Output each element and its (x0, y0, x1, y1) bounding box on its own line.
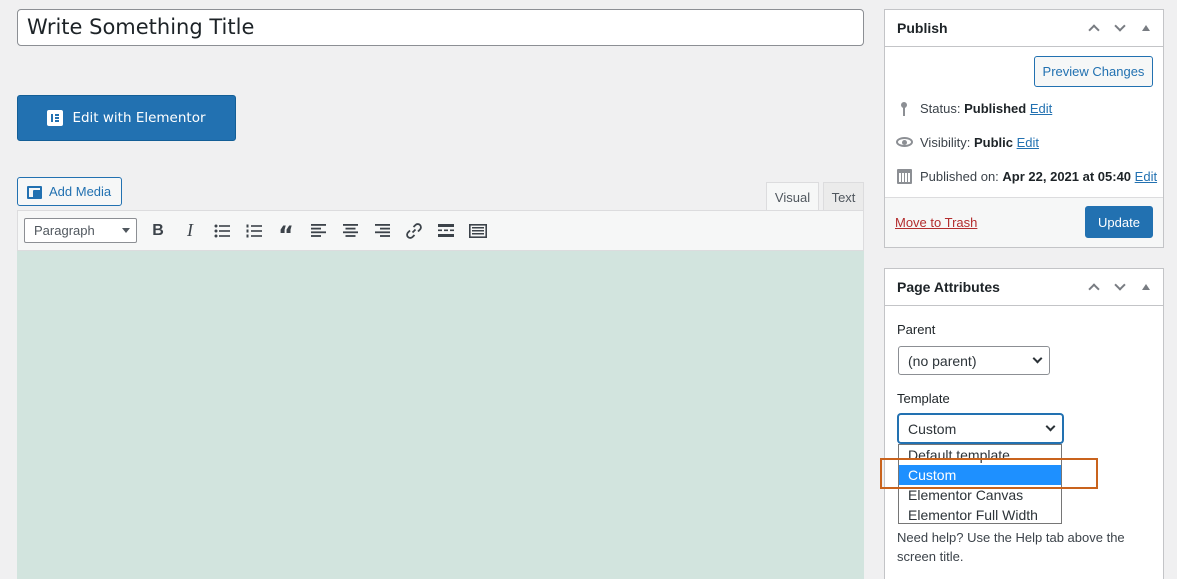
page-attributes-handles (1081, 274, 1163, 300)
option-default-template[interactable]: Default template (899, 445, 1061, 465)
published-on-row: Published on: Apr 22, 2021 at 05:40 Edit (895, 167, 1157, 185)
template-select-value: Custom (908, 420, 957, 437)
calendar-icon (895, 167, 913, 185)
visibility-label: Visibility: (920, 134, 971, 150)
option-elementor-full-width[interactable]: Elementor Full Width (899, 505, 1061, 525)
published-label: Published on: (920, 168, 999, 184)
insert-link-icon[interactable] (398, 217, 430, 245)
bulleted-list-icon[interactable] (206, 217, 238, 245)
parent-select[interactable]: (no parent) (898, 346, 1050, 375)
edit-date-link[interactable]: Edit (1135, 169, 1157, 184)
page-attributes-title: Page Attributes (897, 279, 1000, 295)
status-value: Published (964, 100, 1027, 116)
add-media-button[interactable]: Add Media (17, 177, 122, 206)
post-title-input[interactable]: Write Something Title (17, 9, 864, 46)
format-select-value: Paragraph (34, 223, 95, 238)
option-custom[interactable]: Custom (899, 465, 1061, 485)
move-up-icon[interactable] (1081, 15, 1107, 41)
publish-box-header: Publish (885, 10, 1163, 47)
visibility-value: Public (973, 134, 1013, 150)
collapse-icon[interactable] (1133, 15, 1159, 41)
tab-visual[interactable]: Visual (766, 182, 819, 211)
tab-text[interactable]: Text (823, 182, 864, 211)
italic-icon[interactable]: I (174, 217, 206, 245)
editor-toolbar: Paragraph B I “ (17, 210, 864, 251)
parent-select-value: (no parent) (908, 352, 977, 369)
numbered-list-icon[interactable] (238, 217, 270, 245)
add-media-label: Add Media (49, 184, 112, 199)
editor-content-area[interactable] (17, 251, 864, 579)
blockquote-icon[interactable]: “ (270, 217, 302, 249)
bold-icon[interactable]: B (142, 217, 174, 245)
edit-status-link[interactable]: Edit (1030, 101, 1052, 116)
edit-with-elementor-button[interactable]: Edit with Elementor (17, 95, 236, 141)
page-attributes-header: Page Attributes (885, 269, 1163, 306)
publish-box-title: Publish (897, 20, 948, 36)
read-more-icon[interactable] (430, 217, 462, 245)
help-text: Need help? Use the Help tab above the sc… (897, 530, 1125, 564)
update-button[interactable]: Update (1085, 206, 1153, 238)
align-right-icon[interactable] (366, 217, 398, 245)
collapse-icon[interactable] (1133, 274, 1159, 300)
template-label: Template (897, 391, 950, 406)
preview-changes-button[interactable]: Preview Changes (1034, 56, 1153, 87)
move-to-trash-link[interactable]: Move to Trash (895, 215, 977, 230)
caret-down-icon (122, 228, 130, 233)
format-select[interactable]: Paragraph (24, 218, 137, 243)
edit-visibility-link[interactable]: Edit (1017, 135, 1039, 150)
move-down-icon[interactable] (1107, 274, 1133, 300)
chevron-down-icon (1045, 421, 1056, 432)
elementor-icon (47, 110, 64, 126)
publish-actions: Move to Trash Update (885, 197, 1163, 247)
move-down-icon[interactable] (1107, 15, 1133, 41)
publish-box-handles (1081, 15, 1163, 41)
align-left-icon[interactable] (302, 217, 334, 245)
publish-box: Publish Preview Changes Status: Publishe… (884, 9, 1164, 248)
template-dropdown-list: Default template Custom Elementor Canvas… (898, 444, 1062, 524)
move-up-icon[interactable] (1081, 274, 1107, 300)
option-elementor-canvas[interactable]: Elementor Canvas (899, 485, 1061, 505)
page-attributes-box: Page Attributes Parent (no parent) Templ… (884, 268, 1164, 579)
chevron-down-icon (1032, 353, 1043, 364)
template-select[interactable]: Custom (898, 414, 1063, 443)
status-label: Status: (920, 100, 961, 116)
pin-icon (895, 99, 913, 117)
elementor-button-label: Edit with Elementor (72, 110, 206, 126)
published-value: Apr 22, 2021 at 05:40 (1002, 168, 1132, 184)
media-icon (27, 185, 43, 199)
status-row: Status: Published Edit (895, 99, 1052, 117)
align-center-icon[interactable] (334, 217, 366, 245)
eye-icon (895, 133, 913, 151)
parent-label: Parent (897, 322, 936, 337)
visibility-row: Visibility: Public Edit (895, 133, 1039, 151)
toolbar-toggle-icon[interactable] (462, 217, 494, 245)
